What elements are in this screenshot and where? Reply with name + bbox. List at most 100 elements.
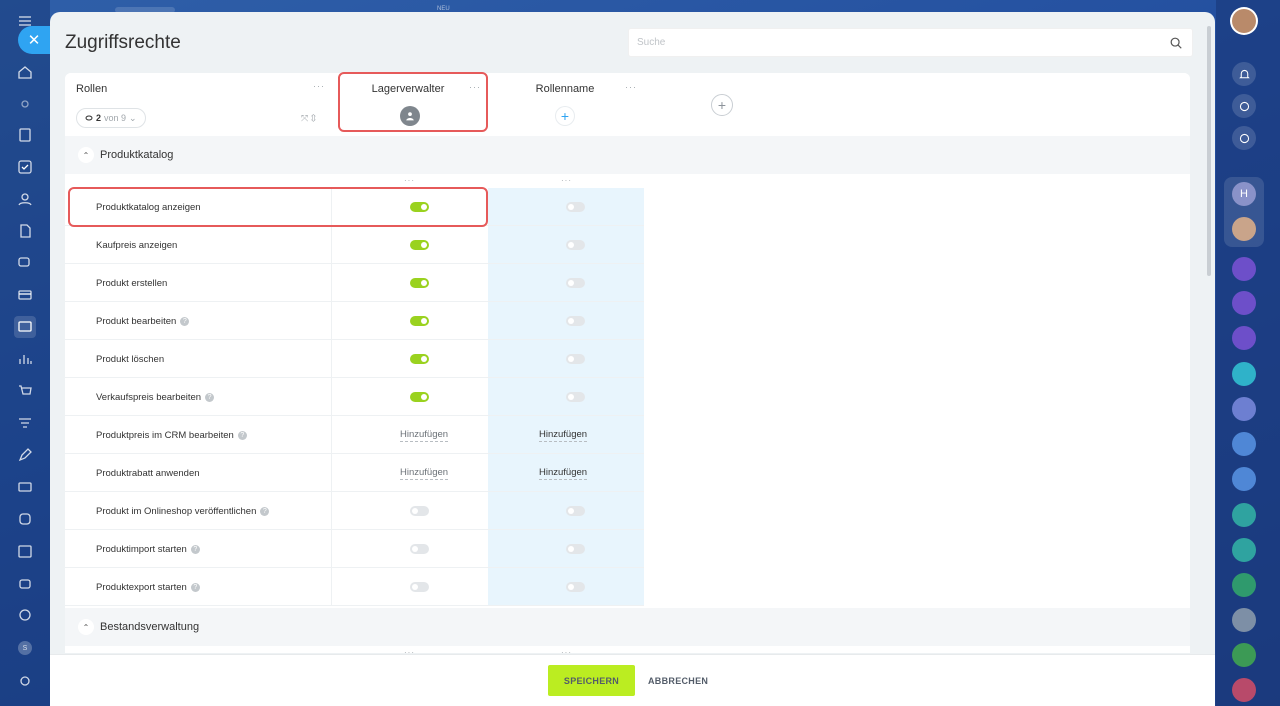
toggle-knob bbox=[568, 280, 574, 286]
settings-gear-icon[interactable] bbox=[14, 93, 36, 115]
document-icon[interactable] bbox=[14, 220, 36, 242]
box-icon[interactable] bbox=[14, 508, 36, 530]
bell-icon[interactable] bbox=[1232, 62, 1256, 86]
profile-avatar[interactable] bbox=[1232, 9, 1256, 33]
add-link[interactable]: Hinzufügen bbox=[400, 467, 449, 480]
filter-icon[interactable] bbox=[14, 412, 36, 434]
analytics-icon[interactable] bbox=[14, 348, 36, 370]
chat-avatar-copilot-3[interactable] bbox=[1232, 326, 1256, 350]
chevron-up-icon[interactable]: ⌃ bbox=[78, 147, 94, 163]
add-link[interactable]: Hinzufügen bbox=[400, 429, 449, 442]
scrollbar[interactable] bbox=[1207, 26, 1211, 276]
checkbox-icon[interactable] bbox=[14, 156, 36, 178]
phone-missed-icon[interactable] bbox=[1232, 678, 1256, 702]
mail-icon[interactable] bbox=[14, 476, 36, 498]
chat-avatar-group[interactable] bbox=[1232, 608, 1256, 632]
toggle-on[interactable] bbox=[410, 354, 429, 364]
close-slider-button[interactable]: ✕ bbox=[18, 26, 50, 54]
tasks-icon[interactable] bbox=[14, 124, 36, 146]
toggle-off[interactable] bbox=[566, 202, 585, 212]
toggle-off[interactable] bbox=[566, 544, 585, 554]
toggle-on[interactable] bbox=[410, 316, 429, 326]
help-icon[interactable]: ? bbox=[205, 392, 215, 402]
help-icon[interactable]: ? bbox=[260, 506, 270, 516]
toggle-off[interactable] bbox=[410, 544, 429, 554]
chevron-up-icon[interactable]: ⌃ bbox=[78, 619, 94, 635]
chat-avatar-person[interactable] bbox=[1232, 217, 1256, 241]
role-counter[interactable]: 2 von 9 ⌄ bbox=[76, 108, 146, 128]
cancel-button[interactable]: ABBRECHEN bbox=[640, 665, 716, 696]
toggle-knob bbox=[568, 318, 574, 324]
chat-icon[interactable] bbox=[14, 252, 36, 274]
section-bestandsverwaltung[interactable]: ⌃ Bestandsverwaltung bbox=[65, 608, 1190, 646]
eye-icon bbox=[85, 115, 93, 121]
phone-icon[interactable] bbox=[1232, 643, 1256, 667]
search-icon[interactable] bbox=[1169, 36, 1183, 50]
toggle-off[interactable] bbox=[566, 506, 585, 516]
column-menu-dots-icon[interactable]: ··· bbox=[625, 82, 637, 92]
add-role-button[interactable]: + bbox=[711, 94, 733, 116]
check-icon[interactable] bbox=[1232, 573, 1256, 597]
help-icon[interactable]: ? bbox=[190, 544, 200, 554]
toggle-on[interactable] bbox=[410, 240, 429, 250]
contacts-icon[interactable] bbox=[14, 188, 36, 210]
add-user-plus-icon[interactable]: + bbox=[556, 107, 574, 125]
catalog-icon[interactable] bbox=[14, 316, 36, 338]
edit-icon[interactable] bbox=[14, 444, 36, 466]
lock-icon[interactable] bbox=[1232, 432, 1256, 456]
lock-icon[interactable] bbox=[1232, 538, 1256, 562]
robot-icon[interactable] bbox=[14, 572, 36, 594]
toggle-off[interactable] bbox=[410, 506, 429, 516]
toggle-on[interactable] bbox=[410, 278, 429, 288]
toggle-off[interactable] bbox=[566, 354, 585, 364]
divider bbox=[331, 302, 332, 340]
lock-icon[interactable] bbox=[1232, 362, 1256, 386]
help-icon[interactable]: ? bbox=[190, 582, 200, 592]
search-chat-icon[interactable] bbox=[1232, 126, 1256, 150]
target-icon[interactable] bbox=[14, 604, 36, 626]
divider bbox=[331, 264, 332, 302]
expand-collapse-icon[interactable]: ⤧ ⇕ bbox=[301, 113, 316, 124]
help-icon[interactable]: ? bbox=[237, 430, 247, 440]
chat-avatar-h[interactable]: H bbox=[1232, 182, 1256, 206]
toggle-off[interactable] bbox=[410, 582, 429, 592]
toggle-on[interactable] bbox=[410, 392, 429, 402]
roles-menu-dots-icon[interactable]: ··· bbox=[313, 81, 325, 91]
toggle-knob bbox=[568, 356, 574, 362]
check-icon[interactable] bbox=[1232, 503, 1256, 527]
lock-icon[interactable] bbox=[1232, 397, 1256, 421]
copilot-icon[interactable] bbox=[1232, 94, 1256, 118]
card-icon[interactable] bbox=[14, 284, 36, 306]
toggle-off[interactable] bbox=[566, 392, 585, 402]
save-button[interactable]: SPEICHERN bbox=[548, 665, 635, 696]
search-field[interactable] bbox=[628, 28, 1193, 57]
column-menu-dots-icon[interactable]: ··· bbox=[404, 648, 415, 653]
toggle-knob bbox=[421, 242, 427, 248]
permission-name: Produktpreis im CRM bearbeiten? bbox=[96, 416, 247, 454]
column-menu-dots-icon[interactable]: ··· bbox=[561, 648, 572, 653]
chat-avatar-copilot-2[interactable] bbox=[1232, 291, 1256, 315]
column-menu-dots-icon[interactable]: ··· bbox=[404, 176, 415, 185]
shop-cart-icon[interactable] bbox=[14, 380, 36, 402]
toggle-off[interactable] bbox=[566, 278, 585, 288]
user-initial-avatar[interactable]: S bbox=[14, 637, 36, 659]
toggle-knob bbox=[568, 242, 574, 248]
access-rights-panel: Zugriffsrechte Rollen ··· 2 von 9 ⌄ ⤧ ⇕ … bbox=[50, 12, 1215, 706]
toggle-off[interactable] bbox=[566, 240, 585, 250]
help-icon[interactable]: ? bbox=[180, 316, 190, 326]
lock-icon[interactable] bbox=[1232, 467, 1256, 491]
add-link[interactable]: Hinzufügen bbox=[539, 429, 588, 442]
section-produktkatalog[interactable]: ⌃ Produktkatalog bbox=[65, 136, 1190, 174]
column-menu-dots-icon[interactable]: ··· bbox=[561, 176, 572, 185]
add-link[interactable]: Hinzufügen bbox=[539, 467, 588, 480]
home-icon[interactable] bbox=[14, 61, 36, 83]
calendar-icon[interactable] bbox=[14, 540, 36, 562]
toggle-off[interactable] bbox=[566, 582, 585, 592]
settings-icon[interactable] bbox=[14, 670, 36, 692]
chat-avatar-copilot-1[interactable] bbox=[1232, 257, 1256, 281]
divider bbox=[331, 530, 332, 568]
toggle-off[interactable] bbox=[566, 316, 585, 326]
column-title-rollenname[interactable]: Rollenname bbox=[515, 83, 615, 95]
search-input[interactable] bbox=[629, 29, 1192, 56]
table-row: Produktexport starten? bbox=[65, 568, 1190, 606]
